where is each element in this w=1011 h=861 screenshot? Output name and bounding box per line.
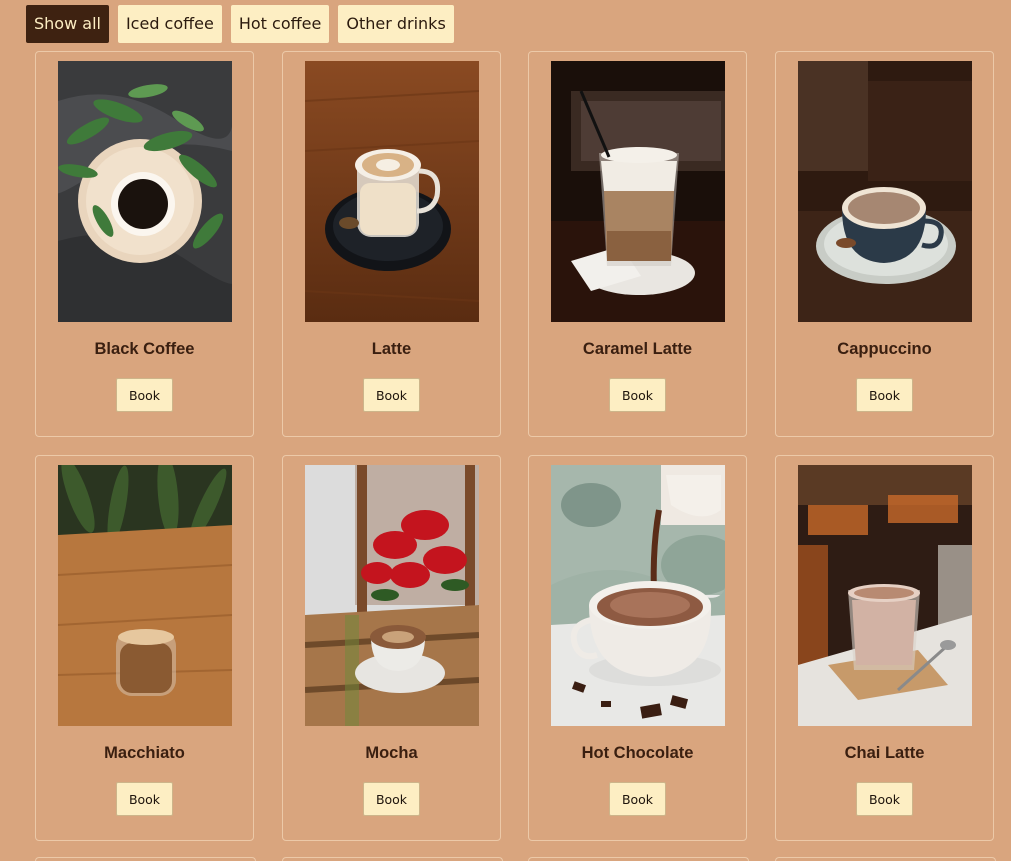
filter-bar: Show all Iced coffee Hot coffee Other dr… (26, 5, 454, 43)
product-card-partial (35, 857, 256, 861)
book-button[interactable]: Book (609, 378, 666, 412)
book-button[interactable]: Book (363, 378, 420, 412)
product-title: Chai Latte (844, 744, 925, 762)
macchiato-photo (58, 465, 232, 726)
book-button[interactable]: Book (116, 782, 173, 816)
product-title: Black Coffee (94, 340, 195, 358)
product-title: Mocha (365, 744, 418, 762)
filter-iced-coffee-button[interactable]: Iced coffee (117, 5, 222, 43)
product-card: Macchiato Book (35, 455, 254, 841)
product-title: Caramel Latte (582, 340, 693, 358)
product-card: Caramel Latte Book (528, 51, 747, 437)
product-card: Cappuccino Book (775, 51, 994, 437)
book-button[interactable]: Book (856, 782, 913, 816)
chai-latte-photo (798, 465, 972, 726)
product-card-partial (528, 857, 749, 861)
latte-photo (305, 61, 479, 322)
hot-chocolate-photo (551, 465, 725, 726)
product-card-partial (775, 857, 996, 861)
product-card: Black Coffee Book (35, 51, 254, 437)
filter-show-all-button[interactable]: Show all (26, 5, 109, 43)
filter-hot-coffee-button[interactable]: Hot coffee (230, 5, 330, 43)
product-title: Cappuccino (837, 340, 932, 358)
filter-other-drinks-button[interactable]: Other drinks (338, 5, 454, 43)
product-card: Mocha Book (282, 455, 501, 841)
caramel-latte-photo (551, 61, 725, 322)
book-button[interactable]: Book (363, 782, 420, 816)
product-card: Latte Book (282, 51, 501, 437)
product-title: Latte (371, 340, 412, 358)
product-card-partial (282, 857, 503, 861)
book-button[interactable]: Book (116, 378, 173, 412)
product-card: Hot Chocolate Book (528, 455, 747, 841)
product-title: Hot Chocolate (581, 744, 694, 762)
black-coffee-photo (58, 61, 232, 322)
book-button[interactable]: Book (609, 782, 666, 816)
mocha-photo (305, 465, 479, 726)
product-title: Macchiato (104, 744, 185, 762)
book-button[interactable]: Book (856, 378, 913, 412)
cappuccino-photo (798, 61, 972, 322)
product-card: Chai Latte Book (775, 455, 994, 841)
